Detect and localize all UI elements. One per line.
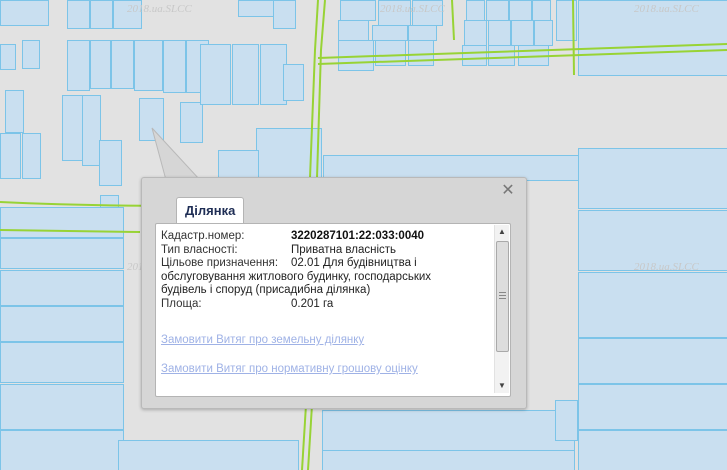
land-parcel[interactable] bbox=[238, 0, 279, 17]
scroll-down-icon[interactable]: ▼ bbox=[495, 380, 509, 392]
land-parcel[interactable] bbox=[322, 450, 575, 470]
land-parcel[interactable] bbox=[90, 40, 111, 89]
land-parcel[interactable] bbox=[408, 25, 437, 41]
land-parcel[interactable] bbox=[486, 0, 509, 21]
land-parcel[interactable] bbox=[0, 270, 124, 306]
grip-line bbox=[499, 298, 506, 299]
land-parcel[interactable] bbox=[578, 272, 727, 338]
land-parcel[interactable] bbox=[578, 148, 727, 209]
popup-scrollbar[interactable]: ▲ ▼ bbox=[494, 225, 509, 393]
purpose-value-line-1: 02.01 Для будівництва і bbox=[291, 257, 417, 269]
order-land-extract-link[interactable]: Замовити Витяг про земельну ділянку bbox=[161, 334, 364, 346]
land-parcel[interactable] bbox=[0, 306, 124, 342]
land-parcel[interactable] bbox=[82, 95, 101, 166]
land-parcel[interactable] bbox=[464, 20, 487, 46]
area-label: Площа: bbox=[161, 297, 202, 310]
road-line bbox=[572, 0, 575, 76]
land-parcel[interactable] bbox=[90, 0, 113, 29]
land-parcel[interactable] bbox=[232, 44, 259, 105]
purpose-value-line-2: обслуговування житлового будинку, господ… bbox=[161, 270, 432, 283]
area-row: Площа: 0.201 га bbox=[161, 298, 491, 312]
watermark-text: 2018.ua.SLCC bbox=[380, 3, 445, 15]
tab-parcel[interactable]: Ділянка bbox=[176, 197, 245, 224]
ownership-type-value: Приватна власність bbox=[291, 243, 397, 256]
land-parcel[interactable] bbox=[139, 98, 164, 141]
land-parcel[interactable] bbox=[511, 20, 534, 46]
land-parcel[interactable] bbox=[578, 338, 727, 384]
land-parcel[interactable] bbox=[466, 0, 485, 21]
land-parcel[interactable] bbox=[0, 238, 124, 269]
land-parcel[interactable] bbox=[0, 44, 16, 70]
cadastral-number-value: 3220287101:22:033:0040 bbox=[291, 230, 425, 242]
land-parcel[interactable] bbox=[532, 0, 551, 21]
land-parcel[interactable] bbox=[488, 45, 515, 66]
land-parcel[interactable] bbox=[372, 25, 408, 41]
scroll-up-icon[interactable]: ▲ bbox=[495, 226, 509, 238]
grip-line bbox=[499, 295, 506, 296]
land-parcel[interactable] bbox=[0, 133, 21, 179]
land-parcel[interactable] bbox=[62, 95, 83, 161]
land-parcel[interactable] bbox=[283, 64, 304, 101]
land-parcel[interactable] bbox=[488, 20, 511, 46]
land-parcel[interactable] bbox=[340, 0, 376, 21]
land-parcel[interactable] bbox=[322, 410, 575, 451]
land-parcel[interactable] bbox=[99, 140, 122, 186]
land-parcel[interactable] bbox=[555, 400, 578, 441]
purpose-label: Цільове призначення: bbox=[161, 257, 279, 269]
land-parcel[interactable] bbox=[22, 133, 41, 179]
land-parcel[interactable] bbox=[163, 40, 186, 93]
purpose-value-line-3: будівель і споруд (присадибна ділянка) bbox=[161, 284, 371, 296]
land-parcel[interactable] bbox=[578, 384, 727, 430]
land-parcel[interactable] bbox=[218, 150, 259, 179]
land-parcel[interactable] bbox=[180, 102, 203, 143]
land-parcel[interactable] bbox=[0, 384, 124, 430]
ownership-type-row: Тип власності: Приватна власність bbox=[161, 244, 491, 258]
land-parcel[interactable] bbox=[5, 90, 24, 133]
land-parcel[interactable] bbox=[462, 45, 487, 66]
watermark-text: 2018.ua.SLCC bbox=[634, 261, 699, 273]
scrollbar-thumb[interactable] bbox=[496, 241, 509, 352]
land-parcel[interactable] bbox=[0, 0, 49, 26]
land-parcel[interactable] bbox=[200, 44, 231, 105]
land-parcel[interactable] bbox=[0, 430, 124, 470]
purpose-row: Цільове призначення: 02.01 Для будівницт… bbox=[161, 257, 491, 271]
cadastral-number-row: Кадастр.номер: 3220287101:22:033:0040 bbox=[161, 230, 491, 244]
area-value: 0.201 га bbox=[291, 297, 334, 310]
land-parcel[interactable] bbox=[578, 430, 727, 470]
land-parcel[interactable] bbox=[134, 40, 163, 91]
land-parcel[interactable] bbox=[67, 40, 90, 91]
land-parcel[interactable] bbox=[0, 342, 124, 383]
watermark-text: 2018.ua.SLCC bbox=[127, 3, 192, 15]
parcel-popup: ✕ Ділянка Кадастр.номер: 3220287101:22:0… bbox=[141, 177, 527, 409]
land-parcel[interactable] bbox=[0, 207, 124, 238]
land-parcel[interactable] bbox=[111, 40, 134, 89]
grip-line bbox=[499, 292, 506, 293]
land-parcel[interactable] bbox=[22, 40, 40, 69]
land-parcel[interactable] bbox=[118, 440, 299, 470]
land-parcel[interactable] bbox=[273, 0, 296, 29]
order-valuation-extract-link[interactable]: Замовити Витяг про нормативну грошову оц… bbox=[161, 363, 418, 375]
close-icon[interactable]: ✕ bbox=[500, 182, 516, 198]
land-parcel[interactable] bbox=[260, 44, 287, 105]
land-parcel[interactable] bbox=[509, 0, 532, 21]
parcel-info: Кадастр.номер: 3220287101:22:033:0040 Ти… bbox=[161, 230, 491, 311]
ownership-type-label: Тип власності: bbox=[161, 243, 238, 256]
popup-content: Кадастр.номер: 3220287101:22:033:0040 Ти… bbox=[155, 223, 511, 397]
watermark-text: 2018.ua.SLCC bbox=[634, 3, 699, 15]
land-parcel[interactable] bbox=[534, 20, 553, 46]
cadastral-number-label: Кадастр.номер: bbox=[161, 230, 245, 242]
land-parcel[interactable] bbox=[67, 0, 90, 29]
